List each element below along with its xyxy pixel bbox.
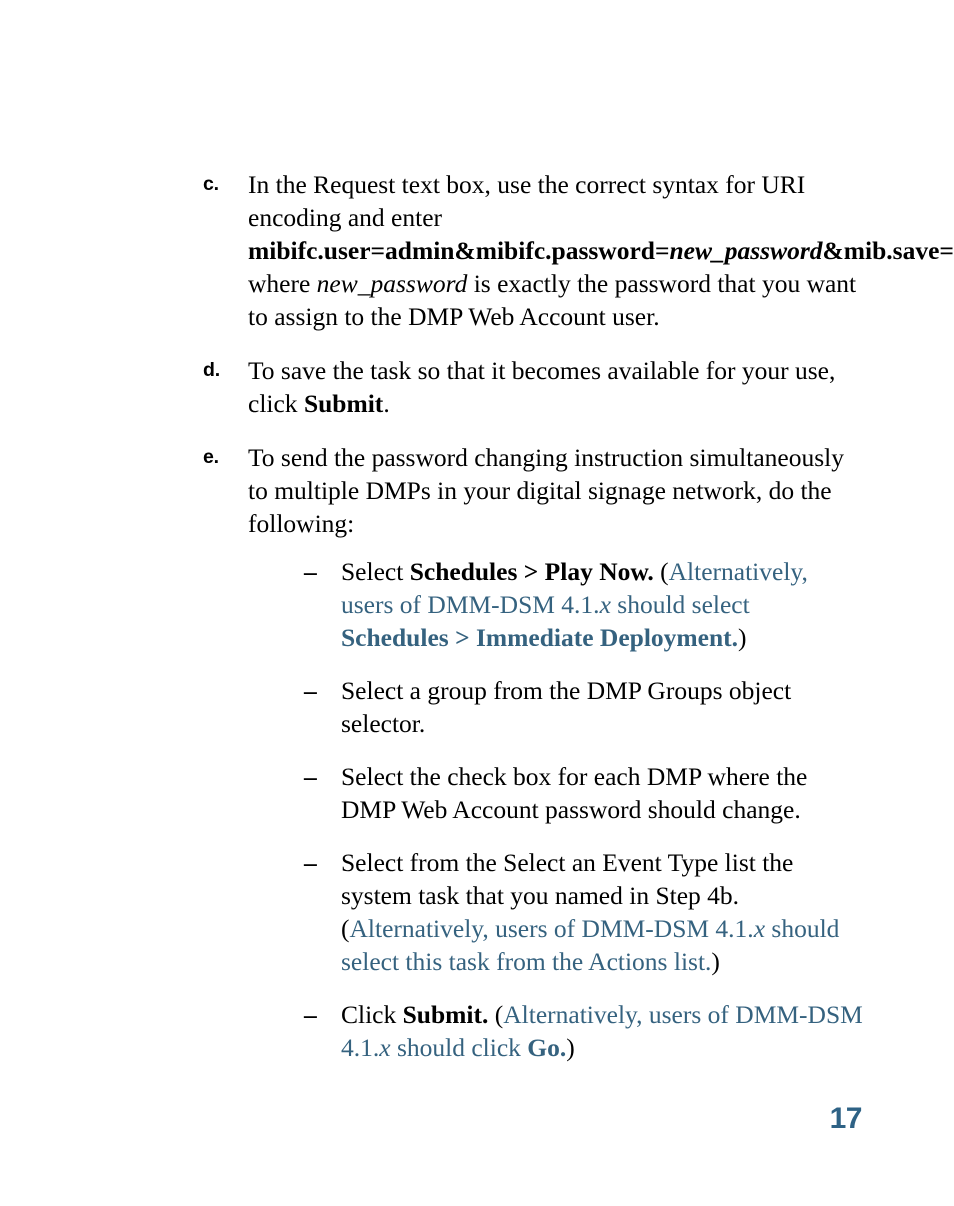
dash-item-text: Click Submit. (Alternatively, users of D… [341, 998, 863, 1064]
dash-item-select-checkbox: – Select the check box for each DMP wher… [304, 760, 863, 826]
list-item-e-text: To send the password changing instructio… [248, 441, 863, 540]
dash-item-text: Select Schedules > Play Now. (Alternativ… [341, 555, 863, 654]
run-text: . [383, 389, 390, 418]
run-text: Select a group from the DMP Groups objec… [341, 676, 792, 738]
dash-item-schedules-play-now: – Select Schedules > Play Now. (Alternat… [304, 555, 863, 654]
list-item-d-text: To save the task so that it becomes avai… [248, 354, 863, 420]
dash-sublist: – Select Schedules > Play Now. (Alternat… [248, 555, 863, 1064]
list-marker-c: c. [203, 173, 219, 195]
dash-item-text: Select a group from the DMP Groups objec… [341, 674, 863, 740]
dash-item-click-submit: – Click Submit. (Alternatively, users of… [304, 998, 863, 1064]
list-item-c-text: In the Request text box, use the correct… [248, 168, 954, 333]
run-text: To send the password changing instructio… [248, 443, 844, 538]
dash-item-select-event-type: – Select from the Select an Event Type l… [304, 846, 863, 978]
run-text: ( [488, 1000, 504, 1029]
list-marker-d: d. [203, 359, 220, 381]
dash-marker-icon: – [304, 557, 317, 586]
run-blue-italic-x: x [599, 590, 611, 619]
dash-marker-icon: – [304, 1000, 317, 1029]
run-italic-placeholder: new_password [316, 269, 468, 298]
run-text: Select [341, 557, 410, 586]
run-blue-note: should select [610, 590, 750, 619]
dash-marker-icon: – [304, 762, 317, 791]
run-bold-syntax: mibifc.user=admin&mibifc.password= [248, 236, 670, 265]
list-item-d: d. To save the task so that it becomes a… [203, 354, 863, 420]
run-text: In the Request text box, use the correct… [248, 170, 806, 232]
dash-item-text: Select from the Select an Event Type lis… [341, 846, 863, 978]
run-blue-bold-menu-path: Schedules > Immediate Deployment. [341, 623, 739, 652]
run-bold-save: &mib.save=1 [822, 236, 954, 265]
dash-item-text: Select the check box for each DMP where … [341, 760, 863, 826]
dash-marker-icon: – [304, 676, 317, 705]
run-blue-italic-x: x [379, 1033, 391, 1062]
document-page: c. In the Request text box, use the corr… [0, 0, 954, 1206]
run-text: ) [738, 623, 747, 652]
run-bold-submit: Submit. [402, 1000, 489, 1029]
page-number: 17 [829, 1102, 863, 1135]
run-text: Click [341, 1000, 403, 1029]
run-blue-note: should click [390, 1033, 528, 1062]
run-blue-note: Alternatively, users of DMM-DSM 4.1. [349, 914, 754, 943]
list-item-c: c. In the Request text box, use the corr… [203, 168, 954, 333]
page-content: c. In the Request text box, use the corr… [203, 168, 954, 1064]
run-blue-bold-go: Go. [527, 1033, 567, 1062]
run-blue-italic-x: x [753, 914, 766, 943]
run-text: Select the check box for each DMP where … [341, 762, 808, 824]
dash-item-select-group: – Select a group from the DMP Groups obj… [304, 674, 863, 740]
list-marker-e: e. [203, 446, 219, 468]
list-item-e: e. To send the password changing instruc… [203, 441, 863, 1064]
dash-marker-icon: – [304, 848, 317, 877]
run-bold-italic-placeholder: new_password [669, 236, 823, 265]
run-text: ) [711, 947, 720, 976]
run-bold-menu-path: Schedules > Play Now. [409, 557, 654, 586]
run-bold-submit: Submit [303, 389, 384, 418]
run-text: ( [653, 557, 669, 586]
run-text: ) [566, 1033, 575, 1062]
